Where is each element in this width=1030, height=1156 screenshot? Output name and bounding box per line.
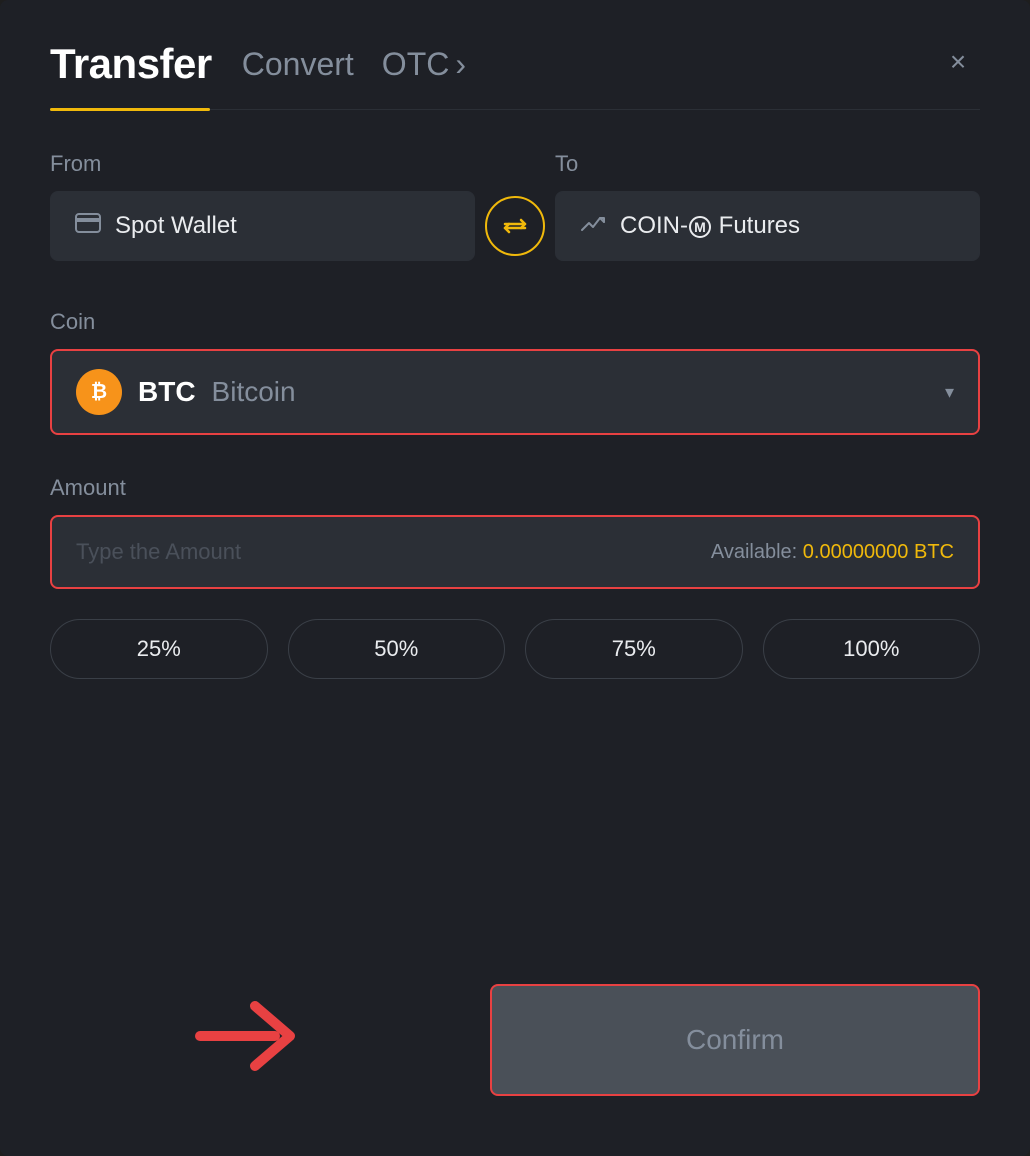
modal-header: Transfer Convert OTC › ×	[50, 40, 980, 88]
to-wallet-label: COIN-M Futures	[620, 212, 800, 240]
from-wallet-label: Spot Wallet	[115, 212, 237, 240]
otc-chevron-icon: ›	[455, 46, 466, 83]
active-tab-title: Transfer	[50, 40, 212, 88]
coin-selector-dropdown[interactable]: ₿ BTC Bitcoin ▾	[50, 349, 980, 435]
close-button[interactable]: ×	[936, 40, 980, 84]
swap-column	[475, 196, 555, 256]
coin-symbol: BTC	[138, 376, 196, 408]
header-nav: Convert OTC ›	[242, 46, 466, 83]
coin-section: Coin ₿ BTC Bitcoin ▾	[50, 309, 980, 475]
available-value: 0.00000000 BTC	[803, 541, 954, 563]
btc-coin-icon: ₿	[76, 369, 122, 415]
from-to-labels: From To	[50, 151, 980, 177]
futures-icon	[580, 212, 606, 240]
convert-tab[interactable]: Convert	[242, 46, 354, 83]
to-label: To	[555, 151, 980, 177]
pct-25-button[interactable]: 25%	[50, 619, 268, 679]
amount-input-wrapper: Type the Amount Available: 0.00000000 BT…	[50, 515, 980, 589]
swap-button[interactable]	[485, 196, 545, 256]
amount-section-label: Amount	[50, 475, 980, 501]
from-label: From	[50, 151, 475, 177]
from-wallet-selector[interactable]: Spot Wallet	[50, 191, 475, 261]
transfer-modal: Transfer Convert OTC › × From To	[0, 0, 1030, 1156]
pct-100-button[interactable]: 100%	[763, 619, 981, 679]
svg-text:₿: ₿	[91, 381, 107, 403]
tab-separator-line	[210, 109, 980, 110]
confirm-button[interactable]: Confirm	[490, 984, 980, 1096]
to-column: COIN-M Futures	[555, 191, 980, 261]
available-label: Available: 0.00000000 BTC	[711, 541, 954, 564]
pct-75-button[interactable]: 75%	[525, 619, 743, 679]
tab-underline	[50, 108, 980, 111]
wallet-icon	[75, 213, 101, 239]
amount-section: Amount Type the Amount Available: 0.0000…	[50, 475, 980, 619]
otc-tab[interactable]: OTC ›	[382, 46, 466, 83]
from-column: Spot Wallet	[50, 191, 475, 261]
bottom-action-area: Confirm	[50, 984, 980, 1096]
active-tab-indicator	[50, 108, 210, 111]
percentage-buttons-row: 25% 50% 75% 100%	[50, 619, 980, 679]
pct-50-button[interactable]: 50%	[288, 619, 506, 679]
coin-full-name: Bitcoin	[212, 376, 296, 408]
coin-dropdown-chevron-icon: ▾	[945, 382, 954, 403]
arrow-indicator	[190, 991, 310, 1086]
to-wallet-selector[interactable]: COIN-M Futures	[555, 191, 980, 261]
coin-section-label: Coin	[50, 309, 980, 335]
amount-input-placeholder[interactable]: Type the Amount	[76, 539, 711, 565]
from-to-row: Spot Wallet	[50, 191, 980, 261]
